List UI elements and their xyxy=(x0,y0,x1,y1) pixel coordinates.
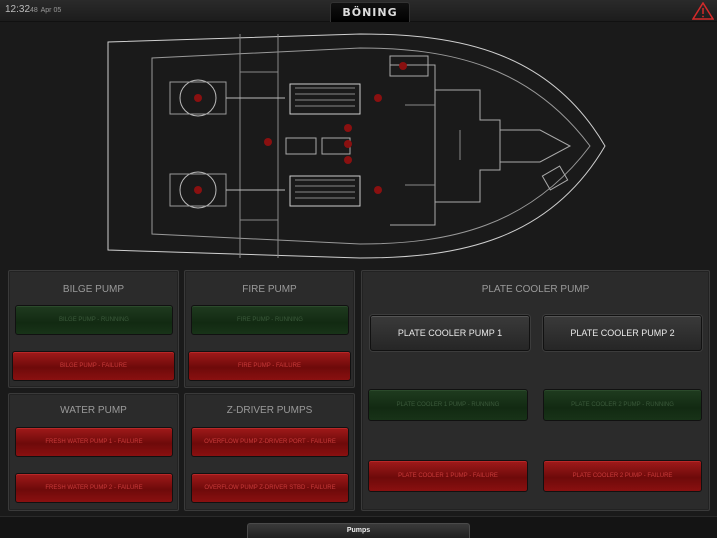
fire-pump-panel: FIRE PUMP FIRE PUMP - RUNNING FIRE PUMP … xyxy=(184,270,355,388)
panel-title: WATER PUMP xyxy=(60,405,127,416)
panel-title: PLATE COOLER PUMP xyxy=(481,284,590,295)
fresh-water-pump-2-failure-indicator: FRESH WATER PUMP 2 - FAILURE xyxy=(15,473,173,503)
plate-cooler-1-running-indicator: PLATE COOLER 1 PUMP - RUNNING xyxy=(368,389,528,421)
water-pump-panel: WATER PUMP FRESH WATER PUMP 1 - FAILURE … xyxy=(8,393,179,511)
plate-cooler-2-failure-indicator: PLATE COOLER 2 PUMP - FAILURE xyxy=(543,460,702,492)
plate-cooler-2-running-indicator: PLATE COOLER 2 PUMP - RUNNING xyxy=(543,389,702,421)
bilge-pump-running-indicator: BILGE PUMP - RUNNING xyxy=(15,305,173,335)
panel-title: BILGE PUMP xyxy=(62,284,125,295)
bilge-pump-panel: BILGE PUMP BILGE PUMP - RUNNING BILGE PU… xyxy=(8,270,179,388)
vessel-schematic xyxy=(107,33,606,259)
overflow-pump-port-failure-indicator: OVERFLOW PUMP Z-DRIVER PORT - FAILURE xyxy=(191,427,349,457)
fire-pump-running-indicator: FIRE PUMP - RUNNING xyxy=(191,305,349,335)
clock: 12:3248 Apr 05 xyxy=(5,4,61,15)
plate-cooler-pump-2-button[interactable]: PLATE COOLER PUMP 2 xyxy=(543,315,702,351)
overflow-pump-stbd-failure-indicator: OVERFLOW PUMP Z-DRIVER STBD - FAILURE xyxy=(191,473,349,503)
clock-time: 12:32 xyxy=(5,4,31,15)
brand-logo: BÖNING xyxy=(330,2,410,22)
clock-seconds: 48 xyxy=(30,7,38,14)
plate-cooler-pump-panel: PLATE COOLER PUMP PLATE COOLER PUMP 1 PL… xyxy=(361,270,710,511)
tab-pumps[interactable]: Pumps xyxy=(247,523,470,538)
panel-title: Z-DRIVER PUMPS xyxy=(226,405,313,416)
fresh-water-pump-1-failure-indicator: FRESH WATER PUMP 1 - FAILURE xyxy=(15,427,173,457)
warning-triangle-icon[interactable] xyxy=(692,2,714,20)
panel-title: FIRE PUMP xyxy=(242,284,297,295)
clock-date: Apr 05 xyxy=(40,7,62,14)
plate-cooler-pump-1-button[interactable]: PLATE COOLER PUMP 1 xyxy=(370,315,530,351)
fire-pump-failure-indicator: FIRE PUMP - FAILURE xyxy=(188,351,351,381)
z-driver-pumps-panel: Z-DRIVER PUMPS OVERFLOW PUMP Z-DRIVER PO… xyxy=(184,393,355,511)
top-bar: 12:3248 Apr 05 BÖNING xyxy=(0,0,717,22)
plate-cooler-1-failure-indicator: PLATE COOLER 1 PUMP - FAILURE xyxy=(368,460,528,492)
bilge-pump-failure-indicator: BILGE PUMP - FAILURE xyxy=(12,351,175,381)
